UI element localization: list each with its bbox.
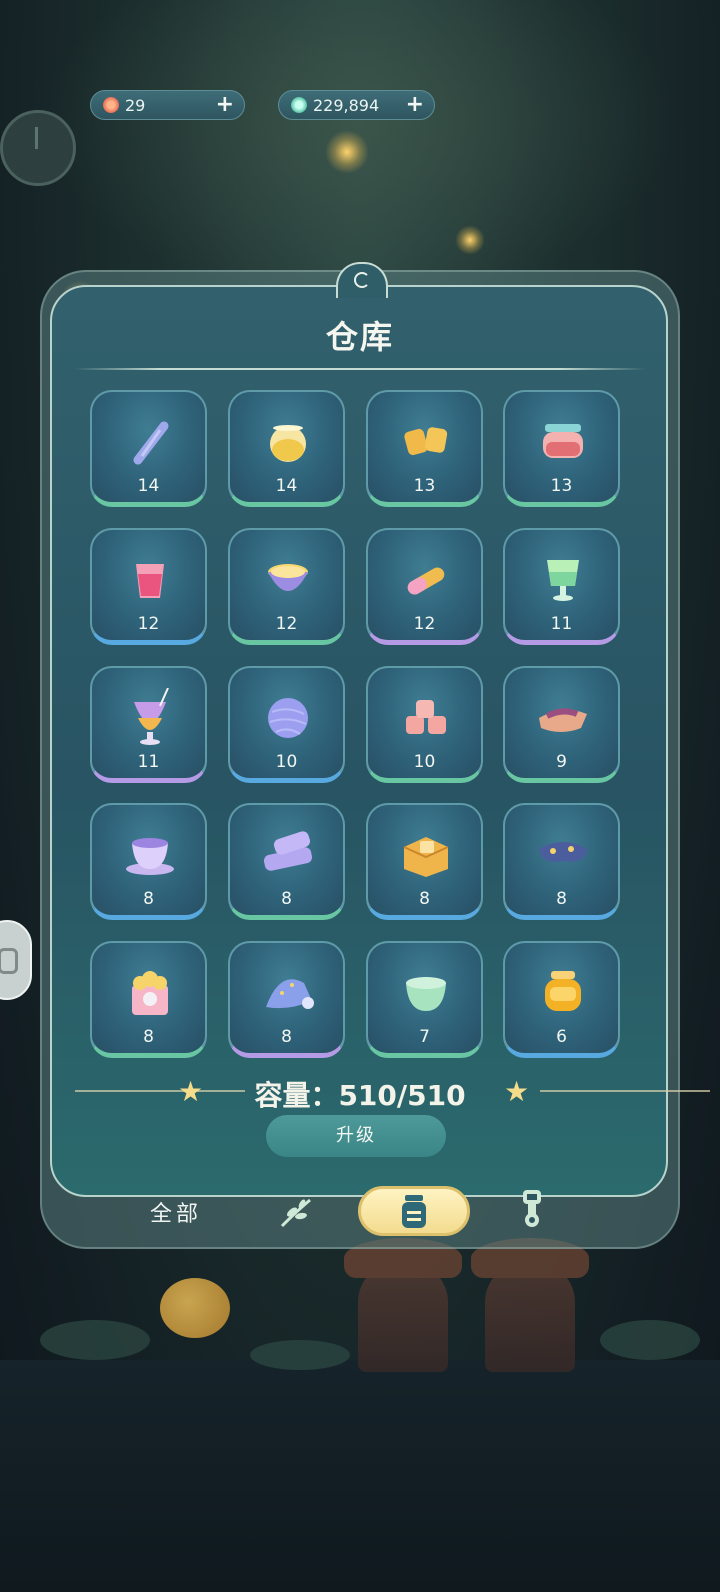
background-bush — [40, 1320, 150, 1360]
item-count: 7 — [419, 1027, 430, 1047]
background-hut — [471, 1238, 589, 1372]
pink-cup-icon — [136, 564, 164, 598]
item-slot-honey-glass[interactable]: 14 — [228, 390, 345, 507]
cloth-icon — [539, 708, 587, 732]
tool-icon[interactable] — [515, 1188, 549, 1232]
nightcap-icon — [266, 979, 314, 1009]
item-count: 9 — [556, 752, 567, 772]
item-count: 10 — [413, 752, 436, 772]
item-count: 13 — [413, 476, 436, 496]
item-slot-yarn-ball[interactable]: 10 — [228, 666, 345, 783]
item-slot-biscuits[interactable]: 13 — [366, 390, 483, 507]
item-count: 6 — [556, 1027, 567, 1047]
cocktail-icon — [134, 688, 169, 745]
popcorn-icon — [132, 971, 168, 1015]
item-slot-snack-box[interactable]: 8 — [366, 803, 483, 920]
item-slot-towels[interactable]: 8 — [228, 803, 345, 920]
item-count: 8 — [281, 889, 292, 909]
item-count: 14 — [137, 476, 160, 496]
mask-icon — [539, 842, 587, 862]
item-count: 12 — [413, 614, 436, 634]
honey-jar-icon — [545, 971, 581, 1011]
item-slot-fancy-cocktail[interactable]: 11 — [90, 666, 207, 783]
item-count: 11 — [550, 614, 573, 634]
item-count: 13 — [550, 476, 573, 496]
moon-ornament — [336, 262, 388, 298]
item-count: 12 — [137, 614, 160, 634]
item-count: 8 — [419, 889, 430, 909]
add-gem-button[interactable]: + — [406, 94, 424, 116]
gem-icon — [291, 97, 307, 113]
background-ground — [0, 1360, 720, 1592]
capacity-divider-right — [540, 1090, 710, 1092]
title-divider — [75, 368, 645, 370]
item-slot-cloth-bundle[interactable]: 9 — [503, 666, 620, 783]
item-slot-fabric-rolls[interactable]: 10 — [366, 666, 483, 783]
item-count: 14 — [275, 476, 298, 496]
flower-currency-pill[interactable]: 29 + — [90, 90, 245, 120]
item-slot-sleep-mask[interactable]: 8 — [503, 803, 620, 920]
item-slot-pudding-cup[interactable]: 12 — [228, 528, 345, 645]
tab-storage[interactable] — [358, 1186, 470, 1236]
jam-jar-icon — [543, 424, 583, 458]
background-bush — [600, 1320, 700, 1360]
item-count: 11 — [137, 752, 160, 772]
yarn-icon — [268, 698, 308, 738]
flower-icon — [103, 97, 119, 113]
background-clock — [0, 110, 76, 186]
item-count: 8 — [143, 1027, 154, 1047]
rope-icon — [133, 421, 169, 465]
item-slot-moon-teacup[interactable]: 8 — [90, 803, 207, 920]
background-hut — [344, 1238, 462, 1372]
biscuit-icon — [404, 427, 448, 456]
page-title: 仓库 — [325, 318, 394, 356]
box-icon — [403, 837, 449, 877]
glass-bowl-icon — [270, 425, 306, 462]
item-slot-green-smoothie[interactable]: 11 — [503, 528, 620, 645]
background-yellow-tree — [160, 1278, 230, 1338]
side-lock-button[interactable] — [0, 920, 32, 1000]
item-slot-rope[interactable]: 14 — [90, 390, 207, 507]
item-slot-popcorn[interactable]: 8 — [90, 941, 207, 1058]
rolls-icon — [406, 700, 446, 734]
plant-icon[interactable] — [276, 1192, 316, 1236]
capsule-icon — [407, 567, 445, 595]
background-lantern — [455, 225, 485, 255]
gem-currency-value: 229,894 — [313, 95, 380, 115]
item-slot-nightcap[interactable]: 8 — [228, 941, 345, 1058]
item-count: 8 — [281, 1027, 292, 1047]
item-slot-pink-drink[interactable]: 12 — [90, 528, 207, 645]
gem-currency-pill[interactable]: 229,894 + — [278, 90, 435, 120]
add-flower-button[interactable]: + — [216, 94, 234, 116]
item-slot-jam-jar[interactable]: 13 — [503, 390, 620, 507]
item-count: 12 — [275, 614, 298, 634]
teacup-icon — [126, 838, 174, 875]
capacity-text: 容量：510/510 — [254, 1079, 466, 1112]
item-slot-honey-jar[interactable]: 6 — [503, 941, 620, 1058]
item-count: 10 — [275, 752, 298, 772]
goblet-icon — [547, 560, 579, 601]
bowl-icon — [406, 977, 446, 1011]
item-slot-capsule[interactable]: 12 — [366, 528, 483, 645]
flower-currency-value: 29 — [125, 95, 146, 115]
item-count: 8 — [143, 889, 154, 909]
star-icon: ★ — [504, 1075, 530, 1108]
item-slot-green-bowl[interactable]: 7 — [366, 941, 483, 1058]
background-bush — [250, 1340, 350, 1370]
background-lantern — [325, 130, 369, 174]
jar-icon — [402, 1195, 426, 1228]
tab-all[interactable]: 全部 — [150, 1196, 202, 1228]
towel-icon — [263, 831, 313, 871]
pudding-icon — [268, 564, 308, 591]
item-count: 8 — [556, 889, 567, 909]
upgrade-button[interactable]: 升级 — [266, 1115, 446, 1157]
